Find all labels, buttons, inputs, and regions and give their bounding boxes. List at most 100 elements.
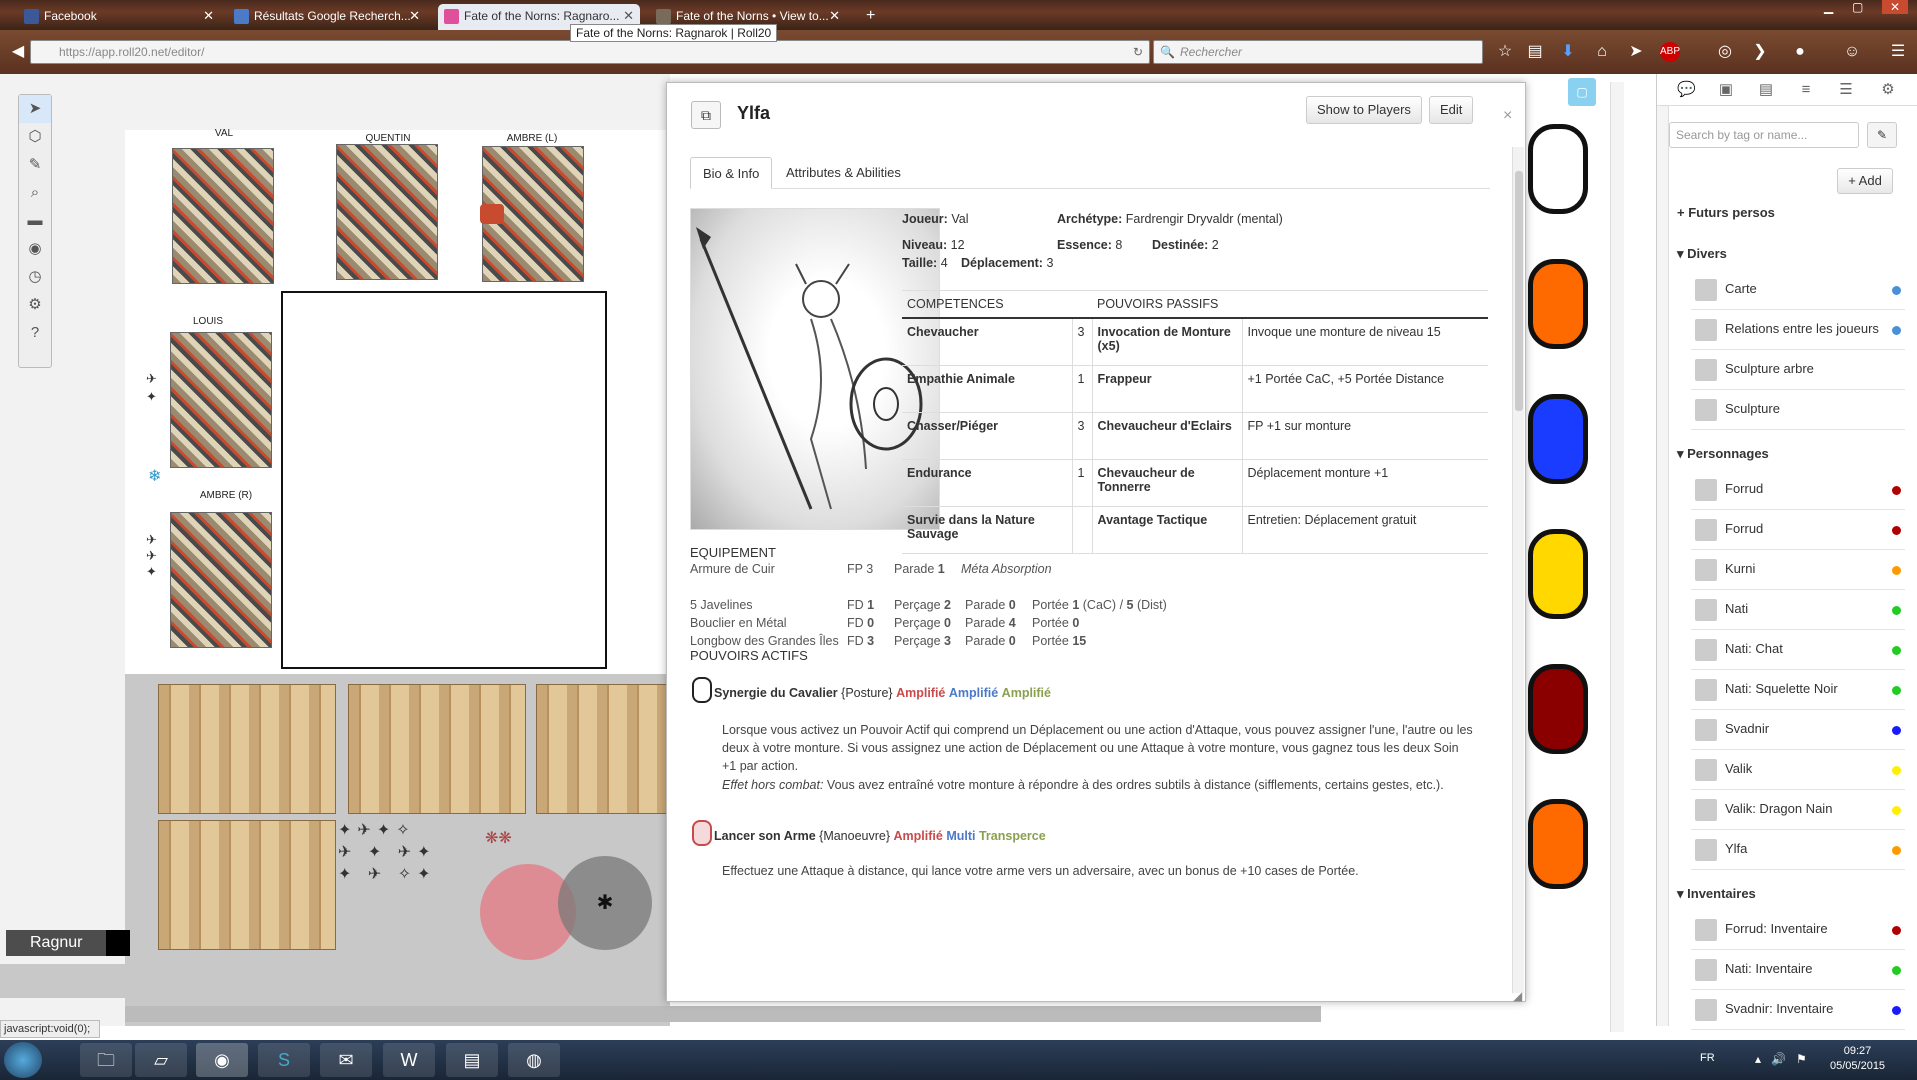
- journal-item[interactable]: Sculpture arbre: [1691, 350, 1905, 390]
- close-icon[interactable]: ✕: [203, 4, 214, 28]
- journal-item[interactable]: Carte: [1691, 270, 1905, 310]
- die-white[interactable]: [1528, 124, 1588, 214]
- pdf-icon[interactable]: ▤: [446, 1043, 498, 1077]
- notes-icon[interactable]: ▱: [135, 1043, 187, 1077]
- clock[interactable]: 09:27 05/05/2015: [1830, 1044, 1885, 1074]
- scroll-thumb[interactable]: [1515, 171, 1523, 411]
- journal-icon[interactable]: ▤: [1757, 82, 1775, 98]
- tab-attributes-abilities[interactable]: Attributes & Abilities: [774, 157, 913, 189]
- url-bar[interactable]: https://app.roll20.net/editor/ ↻: [30, 40, 1150, 64]
- map-tile[interactable]: [158, 684, 336, 814]
- tab-bio-info[interactable]: Bio & Info: [690, 157, 773, 189]
- tray-icons[interactable]: ▴🔊⚑: [1755, 1052, 1817, 1066]
- horizontal-scrollbar[interactable]: [125, 1006, 1321, 1022]
- tag-icon[interactable]: ✎: [1867, 122, 1897, 148]
- journal-item[interactable]: Svadnir: Inventaire: [1691, 990, 1905, 1030]
- vertical-scrollbar[interactable]: [1610, 82, 1624, 1032]
- player-color-swatch[interactable]: [106, 930, 130, 956]
- menu-icon[interactable]: ☰: [1888, 42, 1908, 62]
- folder-futurs[interactable]: + Futurs persos: [1677, 205, 1775, 220]
- art-library-icon[interactable]: ▣: [1717, 82, 1735, 98]
- jukebox-icon[interactable]: ☰: [1837, 82, 1855, 98]
- bird-icons[interactable]: ✈ ✦: [146, 370, 160, 406]
- show-to-players-button[interactable]: Show to Players: [1306, 96, 1422, 124]
- skype-icon[interactable]: S: [258, 1043, 310, 1077]
- extension-icon[interactable]: ●: [1790, 42, 1810, 62]
- screen-icon[interactable]: ▢: [1568, 78, 1596, 106]
- download-icon[interactable]: ⬇: [1558, 42, 1578, 62]
- steam-icon[interactable]: ◍: [508, 1043, 560, 1077]
- reload-icon[interactable]: ↻: [1133, 41, 1143, 63]
- bookmarks-list-icon[interactable]: ▤: [1525, 42, 1545, 62]
- addon-icon[interactable]: ◎: [1715, 42, 1735, 62]
- die-darkred[interactable]: [1528, 664, 1588, 754]
- journal-item[interactable]: Forrud: [1691, 510, 1905, 550]
- firefox-icon[interactable]: ◉: [196, 1043, 248, 1077]
- layer-cube-icon[interactable]: ⬡: [19, 123, 51, 151]
- window-controls[interactable]: ▁ ▢ ✕: [1820, 0, 1917, 16]
- folder-inventaires[interactable]: ▾ Inventaires: [1677, 886, 1756, 902]
- journal-item[interactable]: Nati: [1691, 590, 1905, 630]
- draw-brush-icon[interactable]: ✎: [19, 151, 51, 179]
- journal-item[interactable]: Nati: Inventaire: [1691, 950, 1905, 990]
- journal-search-input[interactable]: Search by tag or name...: [1669, 122, 1859, 148]
- edit-button[interactable]: Edit: [1429, 96, 1474, 124]
- explorer-icon[interactable]: 🗀: [80, 1043, 132, 1077]
- snowflake-icon[interactable]: ❋❋: [485, 828, 512, 848]
- panel-scrollbar[interactable]: [1657, 106, 1669, 1026]
- browser-search-input[interactable]: 🔍 Rechercher: [1153, 40, 1483, 64]
- maximize-icon[interactable]: ▢: [1852, 0, 1863, 14]
- folder-personnages[interactable]: ▾ Personnages: [1677, 446, 1769, 462]
- bookmark-star-icon[interactable]: ☆: [1495, 42, 1515, 62]
- back-icon[interactable]: ◀: [8, 42, 28, 62]
- chat-icon[interactable]: 💬: [1677, 82, 1696, 98]
- tab-google[interactable]: Résultats Google Recherch... ✕: [228, 4, 426, 30]
- adblock-icon[interactable]: ABP: [1660, 42, 1680, 62]
- red-marker[interactable]: [480, 204, 504, 224]
- folder-divers[interactable]: ▾ Divers: [1677, 246, 1727, 262]
- profile-icon[interactable]: ☺: [1842, 42, 1862, 62]
- map-tile[interactable]: [348, 684, 526, 814]
- popout-icon[interactable]: ⧉: [691, 101, 721, 129]
- resize-handle-icon[interactable]: ◢: [1513, 989, 1522, 1003]
- journal-item[interactable]: Sculpture: [1691, 390, 1905, 430]
- pocket-icon[interactable]: ❯: [1750, 42, 1770, 62]
- mail-icon[interactable]: ✉: [320, 1043, 372, 1077]
- minimize-icon[interactable]: ▁: [1824, 0, 1833, 14]
- die-blue[interactable]: [1528, 394, 1588, 484]
- map-tile[interactable]: [158, 820, 336, 950]
- word-icon[interactable]: W: [383, 1043, 435, 1077]
- journal-item[interactable]: Forrud: [1691, 470, 1905, 510]
- home-icon[interactable]: ⌂: [1592, 42, 1612, 62]
- journal-item[interactable]: Valik: Dragon Nain: [1691, 790, 1905, 830]
- zoom-icon[interactable]: ⌕: [19, 179, 51, 207]
- aura-circle-gray[interactable]: ✱: [558, 856, 652, 950]
- add-button[interactable]: + Add: [1837, 168, 1893, 194]
- ruler-icon[interactable]: ▬: [19, 207, 51, 235]
- snowflake-icon[interactable]: ❄: [148, 466, 164, 485]
- journal-item[interactable]: Valik: [1691, 750, 1905, 790]
- settings-gear-icon[interactable]: ⚙: [1879, 82, 1897, 98]
- share-icon[interactable]: ➤: [1626, 42, 1646, 62]
- die-yellow[interactable]: [1528, 529, 1588, 619]
- help-icon[interactable]: ?: [19, 319, 51, 347]
- compass-icon[interactable]: ⚙: [19, 291, 51, 319]
- map-tile[interactable]: [536, 684, 670, 814]
- map-frame[interactable]: [281, 291, 607, 669]
- select-tool-icon[interactable]: ➤: [19, 95, 51, 123]
- close-window-icon[interactable]: ✕: [1882, 0, 1909, 14]
- close-icon[interactable]: ✕: [409, 4, 420, 28]
- start-button[interactable]: [4, 1042, 42, 1078]
- die-orange[interactable]: [1528, 259, 1588, 349]
- journal-item[interactable]: Nati: Squelette Noir: [1691, 670, 1905, 710]
- journal-item[interactable]: Forrud: Inventaire: [1691, 910, 1905, 950]
- fog-eye-icon[interactable]: ◉: [19, 235, 51, 263]
- journal-item[interactable]: Ylfa: [1691, 830, 1905, 870]
- language-indicator[interactable]: FR: [1700, 1052, 1715, 1064]
- dialog-scrollbar[interactable]: [1512, 147, 1524, 993]
- new-tab-button[interactable]: +: [862, 4, 886, 30]
- token-louis[interactable]: [170, 332, 272, 468]
- close-icon[interactable]: ✕: [829, 4, 840, 28]
- token-quentin[interactable]: [336, 144, 438, 280]
- journal-item[interactable]: Nati: Chat: [1691, 630, 1905, 670]
